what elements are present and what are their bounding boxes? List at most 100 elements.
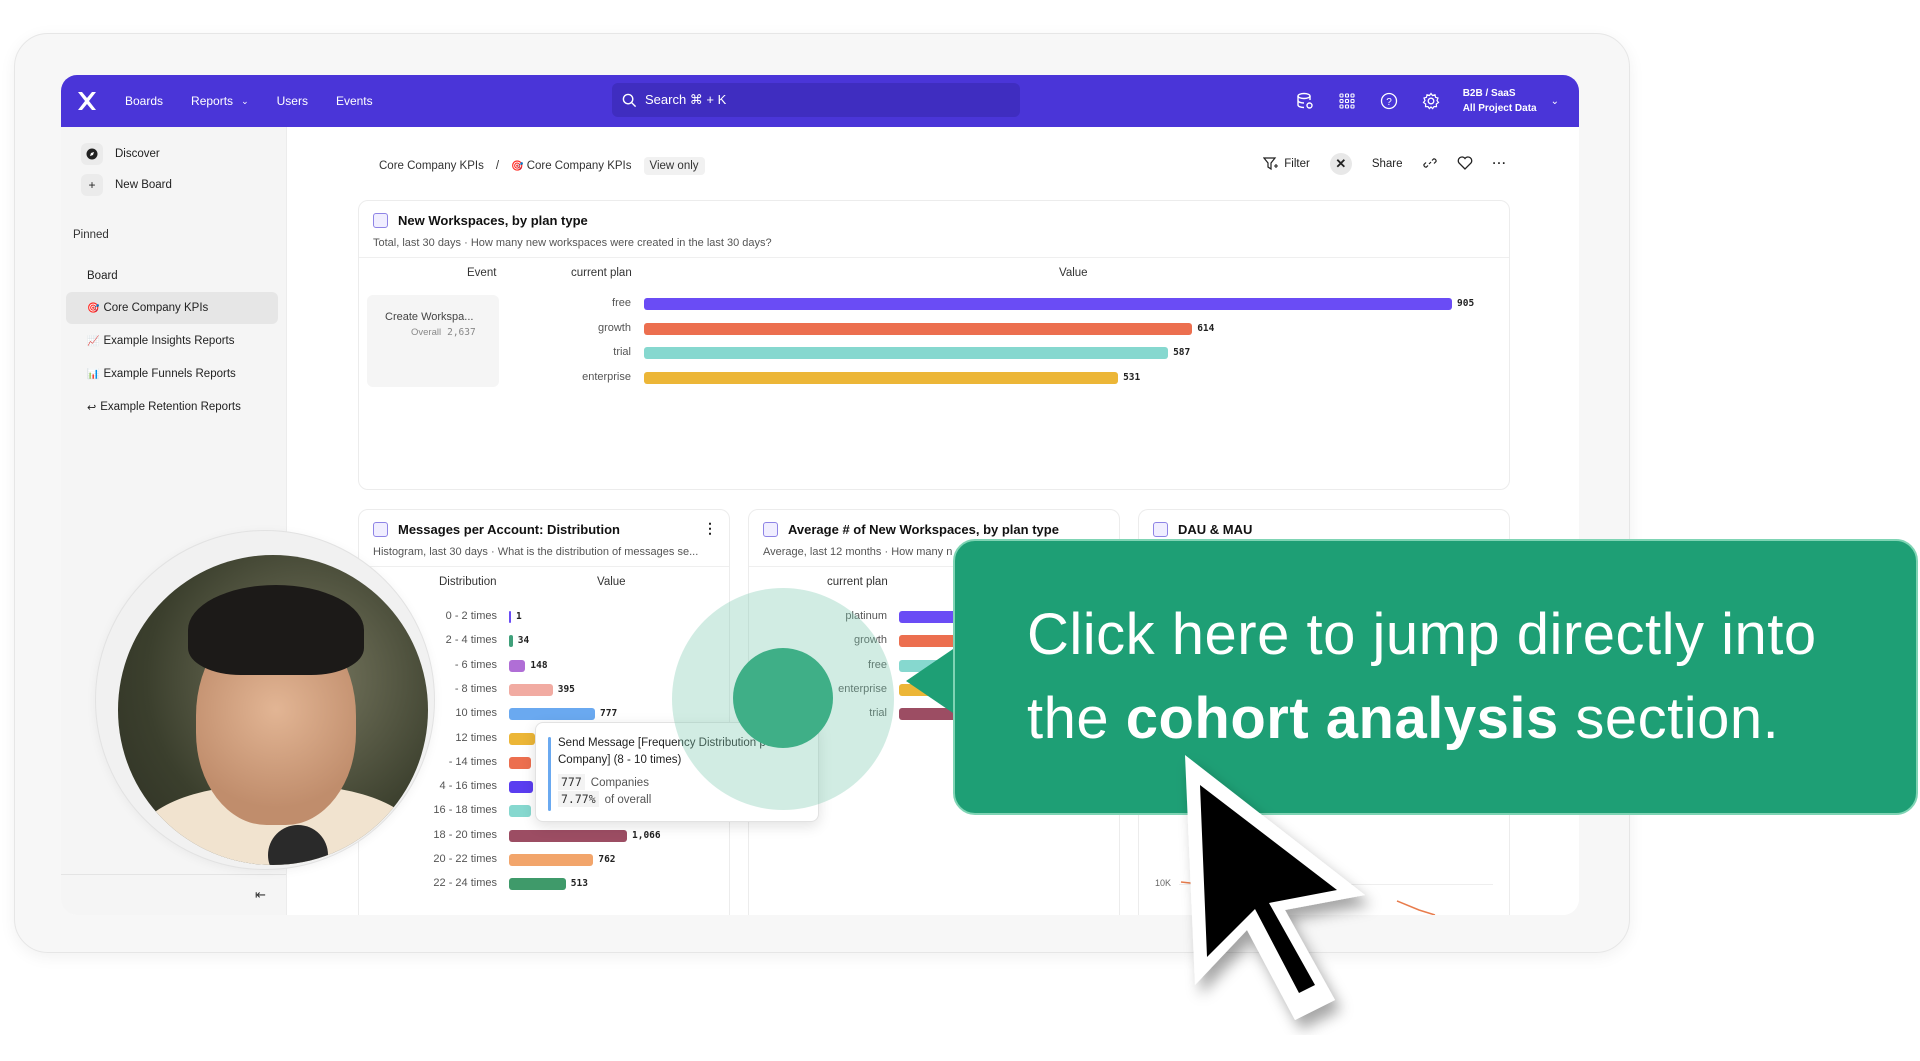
- nav-events[interactable]: Events: [336, 94, 373, 108]
- nav-events-label: Events: [335, 94, 373, 108]
- bar-value-trial: 587: [1173, 347, 1191, 358]
- mouse-cursor-icon: [1185, 755, 1365, 1020]
- sidebar-item-label: New Board: [115, 179, 172, 191]
- callout-text: Click here to jump directly into the coh…: [1027, 593, 1817, 761]
- settings-gear-icon[interactable]: [1421, 91, 1441, 111]
- sidebar-item-new-board[interactable]: + New Board: [81, 174, 172, 196]
- view-only-badge: View only: [643, 157, 705, 175]
- sidebar-item-discover[interactable]: Discover: [81, 143, 160, 165]
- search-input[interactable]: Search ⌘ + K: [612, 83, 1020, 117]
- bar-value: 1,066: [632, 829, 661, 841]
- heart-icon[interactable]: [1457, 155, 1473, 173]
- card-title: Messages per Account: Distribution: [373, 522, 620, 537]
- histogram-bar: [509, 781, 533, 794]
- chevron-down-icon: ⌄: [241, 95, 249, 106]
- bar-trial: [644, 347, 1169, 359]
- board-actions: Filter ✕ Share ···: [1263, 153, 1507, 175]
- tooltip-count-value: 777: [558, 774, 585, 790]
- callout-line2-bold: cohort analysis: [1125, 686, 1559, 751]
- breadcrumb-parent[interactable]: Core Company KPIs: [379, 160, 484, 172]
- sidebar-item-label: Example Insights Reports: [103, 335, 235, 347]
- help-icon[interactable]: ?: [1379, 91, 1399, 111]
- mixpanel-x-icon[interactable]: ✕: [1329, 153, 1352, 175]
- click-highlight-inner[interactable]: [733, 648, 833, 748]
- sidebar-pinned-core-company-kpis[interactable]: 🎯 Core Company KPIs: [66, 292, 278, 324]
- project-scope: All Project Data: [1462, 103, 1537, 114]
- apps-grid-icon[interactable]: [1337, 91, 1357, 111]
- return-arrow-icon: ↩: [87, 401, 97, 414]
- link-icon[interactable]: [1422, 156, 1437, 173]
- histogram-bar: [509, 878, 566, 891]
- callout-line2-pre: the: [1027, 686, 1126, 751]
- card-title-text: DAU & MAU: [1178, 522, 1253, 537]
- nav-users-label: Users: [276, 94, 308, 108]
- bar-value: 1: [516, 611, 522, 622]
- card-menu-icon[interactable]: ⋮: [703, 520, 717, 537]
- bar-value-growth: 614: [1197, 322, 1215, 334]
- bar-label-enterprise: enterprise: [582, 370, 631, 383]
- card-subtitle: Histogram, last 30 days · What is the di…: [373, 546, 699, 558]
- bar-growth: [644, 322, 1193, 335]
- pinned-section-label: Pinned: [73, 229, 109, 241]
- line-chart-icon: [373, 522, 388, 537]
- bar-value-free: 905: [1457, 298, 1475, 309]
- more-options-icon[interactable]: ···: [1493, 158, 1508, 170]
- histogram-bar: [509, 805, 531, 818]
- bar-platinum: [899, 611, 959, 623]
- column-header-value: Value: [1059, 267, 1088, 279]
- breadcrumb-current-label: Core Company KPIs: [526, 160, 632, 172]
- nav-reports[interactable]: Reports ⌄: [191, 94, 249, 108]
- sidebar-pinned-funnels[interactable]: 📊 Example Funnels Reports: [66, 358, 278, 390]
- sidebar-pinned-insights[interactable]: 📈 Example Insights Reports: [66, 325, 278, 357]
- collapse-sidebar-icon[interactable]: ⇤: [255, 887, 266, 903]
- card-title-text: New Workspaces, by plan type: [398, 213, 588, 228]
- filter-icon: [1263, 157, 1279, 171]
- sidebar-pinned-retention[interactable]: ↩ Example Retention Reports: [66, 391, 278, 423]
- bar-label: 22 - 24 times: [433, 877, 497, 890]
- share-button[interactable]: Share: [1372, 158, 1403, 170]
- sidebar-pinned-board[interactable]: Board: [66, 260, 278, 292]
- top-nav: Boards Reports ⌄ Users Events Search ⌘ + …: [61, 75, 1579, 127]
- bar-value-enterprise: 531: [1123, 371, 1141, 383]
- column-header-plan: current plan: [571, 267, 632, 279]
- event-summary[interactable]: Create Workspa... Overall 2,637: [367, 295, 499, 387]
- bar-label-growth: growth: [597, 321, 631, 334]
- bar-label-free: free: [612, 297, 631, 309]
- bar-value: 513: [570, 878, 588, 890]
- project-selector[interactable]: B2B / SaaS All Project Data: [1463, 86, 1537, 116]
- bar-value: 762: [598, 854, 616, 865]
- plus-icon: +: [81, 174, 103, 196]
- search-icon: [622, 93, 637, 107]
- card-title-text: Average # of New Workspaces, by plan typ…: [788, 522, 1059, 537]
- column-header-distribution: Distribution: [439, 576, 497, 588]
- callout-line1: Click here to jump directly into: [1027, 602, 1817, 667]
- filter-button[interactable]: Filter: [1263, 157, 1310, 171]
- callout-line2: the cohort analysis section.: [1027, 677, 1817, 761]
- dau-series-line-segment: [1396, 900, 1436, 915]
- presenter-video-avatar: [118, 555, 428, 865]
- project-name: B2B / SaaS: [1462, 88, 1516, 99]
- card-title: DAU & MAU: [1153, 522, 1252, 537]
- chevron-down-icon[interactable]: ⌄: [1551, 96, 1559, 107]
- overall-label: Overall: [411, 327, 442, 338]
- nav-boards-label: Boards: [125, 94, 164, 108]
- histogram-bar: [509, 829, 627, 842]
- event-name: Create Workspa...: [385, 311, 474, 323]
- card-new-workspaces[interactable]: New Workspaces, by plan type Total, last…: [358, 200, 1510, 490]
- search-placeholder: Search ⌘ + K: [645, 92, 727, 107]
- overall-value: 2,637: [447, 327, 476, 338]
- nav-right: ? B2B / SaaS All Project Data ⌄: [1295, 75, 1559, 127]
- line-chart-icon: [763, 522, 778, 537]
- presenter-hair: [188, 585, 364, 675]
- mixpanel-logo-icon[interactable]: [75, 89, 99, 113]
- sidebar-item-label: Example Funnels Reports: [103, 368, 236, 380]
- sidebar-item-label: Discover: [115, 148, 160, 160]
- callout-line2-post: section.: [1558, 686, 1780, 751]
- compass-icon: [81, 143, 103, 165]
- histogram-bar: [509, 732, 535, 745]
- breadcrumb-current: 🎯 Core Company KPIs: [511, 160, 631, 172]
- database-settings-icon[interactable]: [1295, 91, 1315, 111]
- callout-banner[interactable]: Click here to jump directly into the coh…: [953, 539, 1918, 815]
- nav-users[interactable]: Users: [277, 94, 308, 108]
- nav-boards[interactable]: Boards: [125, 94, 163, 108]
